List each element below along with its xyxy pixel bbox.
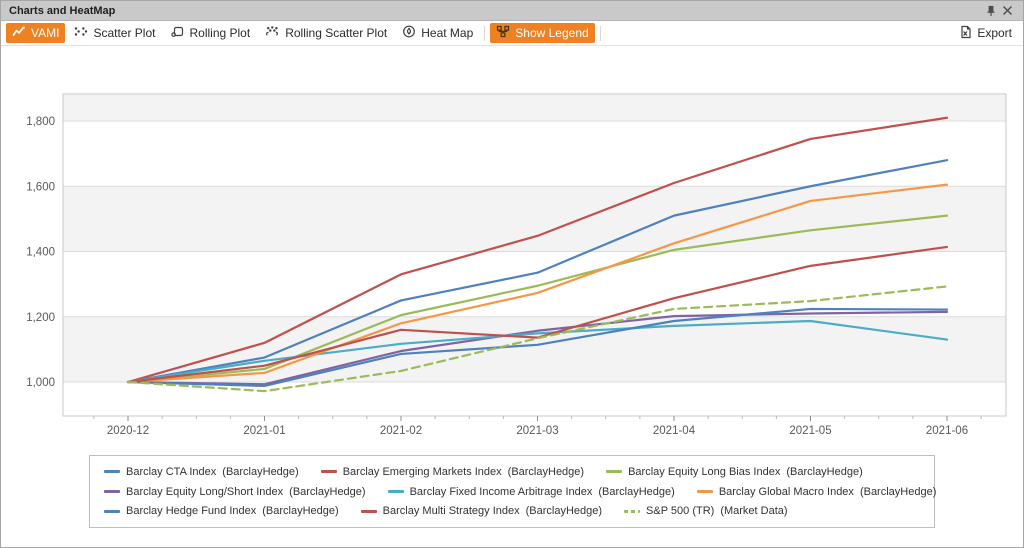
toolbar-separator: [484, 26, 485, 41]
legend-marker: [104, 490, 120, 493]
x-tick-label: 2021-05: [789, 425, 831, 437]
rolling-scatter-icon: [265, 25, 280, 41]
legend-marker: [104, 510, 120, 513]
x-tick-label: 2021-03: [516, 425, 558, 437]
legend-source: (Market Data): [720, 505, 787, 517]
grid-band: [63, 94, 1006, 121]
rolling-plot-icon: [170, 25, 184, 41]
grid-band: [63, 186, 1006, 251]
tab-vami[interactable]: VAMI: [6, 23, 65, 43]
legend-item: Barclay Hedge Fund Index (BarclayHedge): [104, 505, 339, 517]
y-tick-label: 1,800: [26, 116, 55, 128]
tab-label: Heat Map: [421, 26, 473, 40]
toolbar-separator: [600, 26, 601, 41]
legend-source: (BarclayHedge): [526, 505, 602, 517]
legend-marker: [606, 470, 622, 473]
legend-item: Barclay Fixed Income Arbitrage Index (Bar…: [388, 486, 675, 498]
legend-label: S&P 500 (TR): [646, 505, 714, 517]
x-tick-label: 2021-06: [926, 425, 968, 437]
legend-item: Barclay Equity Long/Short Index (BarclayH…: [104, 486, 366, 498]
pin-icon[interactable]: [983, 3, 999, 19]
legend-item: Barclay Emerging Markets Index (BarclayHe…: [321, 466, 584, 478]
legend-item: Barclay Global Macro Index (BarclayHedge): [697, 486, 937, 498]
chart-toolbar: VAMI Scatter Plot Rolling Plot: [1, 21, 1023, 46]
excel-file-icon: [959, 25, 972, 42]
legend-marker: [104, 470, 120, 473]
legend-marker: [697, 490, 713, 493]
toggle-show-legend[interactable]: Show Legend: [490, 23, 594, 43]
tab-label: Rolling Scatter Plot: [285, 26, 387, 40]
tab-heat-map[interactable]: Heat Map: [396, 23, 479, 43]
legend-source: (BarclayHedge): [598, 486, 674, 498]
close-icon[interactable]: [999, 3, 1015, 19]
line-chart-icon: [12, 25, 26, 41]
panel-title: Charts and HeatMap: [9, 5, 115, 17]
legend-label: Barclay Multi Strategy Index: [383, 505, 520, 517]
legend-item: S&P 500 (TR) (Market Data): [624, 505, 788, 517]
x-tick-label: 2020-12: [107, 425, 149, 437]
y-tick-label: 1,200: [26, 312, 55, 324]
legend-source: (BarclayHedge): [860, 486, 936, 498]
tab-scatter-plot[interactable]: Scatter Plot: [68, 23, 161, 43]
legend-item: Barclay Equity Long Bias Index (BarclayHe…: [606, 466, 863, 478]
legend-marker: [321, 470, 337, 473]
y-tick-label: 1,000: [26, 377, 55, 389]
title-bar[interactable]: Charts and HeatMap: [1, 1, 1023, 21]
legend-row: Barclay Equity Long/Short Index (BarclayH…: [104, 486, 926, 498]
legend-label: Barclay Hedge Fund Index: [126, 505, 256, 517]
legend-source: (BarclayHedge): [786, 466, 862, 478]
export-button[interactable]: Export: [953, 23, 1018, 43]
legend-marker: [388, 490, 404, 493]
tab-label: Rolling Plot: [189, 26, 250, 40]
legend-row: Barclay Hedge Fund Index(BarclayHedge)Ba…: [104, 505, 926, 517]
scatter-icon: [74, 25, 88, 41]
legend-marker: [624, 510, 640, 513]
x-tick-label: 2021-02: [380, 425, 422, 437]
legend-source: (BarclayHedge): [222, 466, 298, 478]
legend-label: Barclay CTA Index: [126, 466, 216, 478]
legend-source: (BarclayHedge): [289, 486, 365, 498]
legend-label: Barclay Equity Long/Short Index: [126, 486, 283, 498]
legend-row: Barclay CTA Index(BarclayHedge)Barclay E…: [104, 466, 926, 478]
legend-source: (BarclayHedge): [508, 466, 584, 478]
heatmap-icon: [402, 25, 416, 41]
y-tick-label: 1,400: [26, 247, 55, 259]
legend-label: Barclay Global Macro Index: [719, 486, 854, 498]
chart-legend: Barclay CTA Index(BarclayHedge)Barclay E…: [89, 455, 935, 528]
charts-panel: Charts and HeatMap VAMI: [0, 0, 1024, 548]
tab-label: Scatter Plot: [93, 26, 155, 40]
x-tick-label: 2021-04: [653, 425, 696, 437]
export-label: Export: [977, 26, 1012, 40]
legend-source: (BarclayHedge): [262, 505, 338, 517]
tab-label: Show Legend: [515, 26, 588, 40]
legend-label: Barclay Emerging Markets Index: [343, 466, 502, 478]
legend-marker: [361, 510, 377, 513]
x-tick-label: 2021-01: [243, 425, 285, 437]
tab-rolling-plot[interactable]: Rolling Plot: [164, 23, 256, 43]
tab-rolling-scatter-plot[interactable]: Rolling Scatter Plot: [259, 23, 393, 43]
legend-label: Barclay Fixed Income Arbitrage Index: [410, 486, 593, 498]
legend-item: Barclay CTA Index (BarclayHedge): [104, 466, 299, 478]
y-tick-label: 1,600: [26, 181, 55, 193]
tab-label: VAMI: [31, 26, 59, 40]
legend-icon: [496, 25, 510, 41]
legend-label: Barclay Equity Long Bias Index: [628, 466, 780, 478]
legend-item: Barclay Multi Strategy Index (BarclayHedg…: [361, 505, 602, 517]
